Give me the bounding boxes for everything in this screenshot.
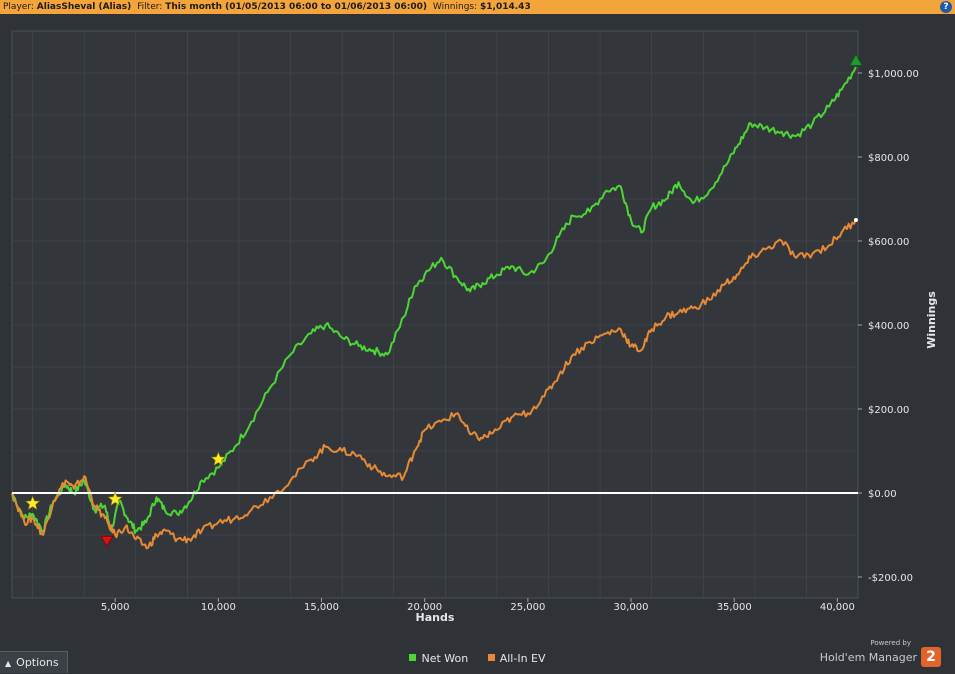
legend-label: All-In EV <box>499 652 546 665</box>
y-tick-label: $0.00 <box>868 489 897 500</box>
help-icon[interactable]: ? <box>940 1 952 13</box>
winnings-graph: 5,000 10,000 15,000 20,000 25,000 30,000 35,00… <box>11 30 938 624</box>
filter-label: Filter: <box>137 2 163 12</box>
brand-name: Hold'em Manager <box>819 650 917 664</box>
y-tick-label: $400.00 <box>868 321 909 332</box>
legend: Net Won All-In EV <box>0 652 955 665</box>
x-tick-label: 35,000 <box>717 602 752 613</box>
y-tick-label: -$200.00 <box>868 573 913 584</box>
legend-label: Net Won <box>421 652 469 665</box>
player-value[interactable]: AliasSheval (Alias) <box>37 2 132 12</box>
legend-item-net-won[interactable]: Net Won <box>409 652 468 665</box>
plot-background <box>11 30 859 599</box>
legend-item-all-in-ev[interactable]: All-In EV <box>487 652 546 665</box>
brand-logo: Powered by Hold'em Manager 2 <box>819 638 941 667</box>
y-tick-label: $600.00 <box>868 237 909 248</box>
y-tick-label: $1,000.00 <box>868 69 919 80</box>
winnings-label: Winnings: <box>432 2 478 12</box>
x-tick-label: 40,000 <box>820 602 855 613</box>
series-end-point <box>853 218 858 222</box>
filter-value[interactable]: This month (01/05/2013 06:00 to 01/06/20… <box>165 2 427 12</box>
brand-powered-by: Powered by <box>870 638 911 647</box>
x-axis-label: Hands <box>416 611 455 624</box>
x-tick-label: 30,000 <box>614 602 649 613</box>
player-label: Player: <box>3 2 34 12</box>
x-tick-label: 15,000 <box>304 602 339 613</box>
y-axis-label: Winnings <box>925 291 938 349</box>
x-tick-label: 25,000 <box>510 602 545 613</box>
y-tick-label: $800.00 <box>868 153 909 164</box>
x-tick-label: 5,000 <box>101 602 130 613</box>
y-tick-label: $200.00 <box>868 405 909 416</box>
hm2-logo-icon: 2 <box>921 647 941 667</box>
filter-bar: Player: AliasSheval (Alias) Filter: This… <box>0 0 955 14</box>
legend-swatch <box>409 654 417 661</box>
x-tick-label: 10,000 <box>201 602 236 613</box>
legend-swatch <box>487 654 495 661</box>
winnings-value: $1,014.43 <box>480 2 531 12</box>
